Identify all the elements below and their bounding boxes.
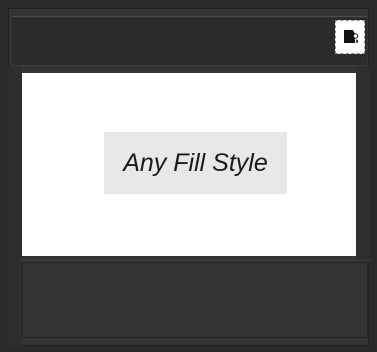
bottom-panel (22, 262, 368, 338)
fill-bucket-icon (339, 26, 361, 48)
panel-left-edge (8, 66, 22, 346)
bottom-divider (20, 260, 371, 261)
preview-label-box: Any Fill Style (104, 132, 287, 194)
preview-label: Any Fill Style (123, 148, 268, 177)
panel-divider (12, 16, 367, 17)
toolbar (12, 18, 367, 66)
panel-right-edge (356, 66, 369, 262)
fill-style-button[interactable] (335, 20, 365, 54)
